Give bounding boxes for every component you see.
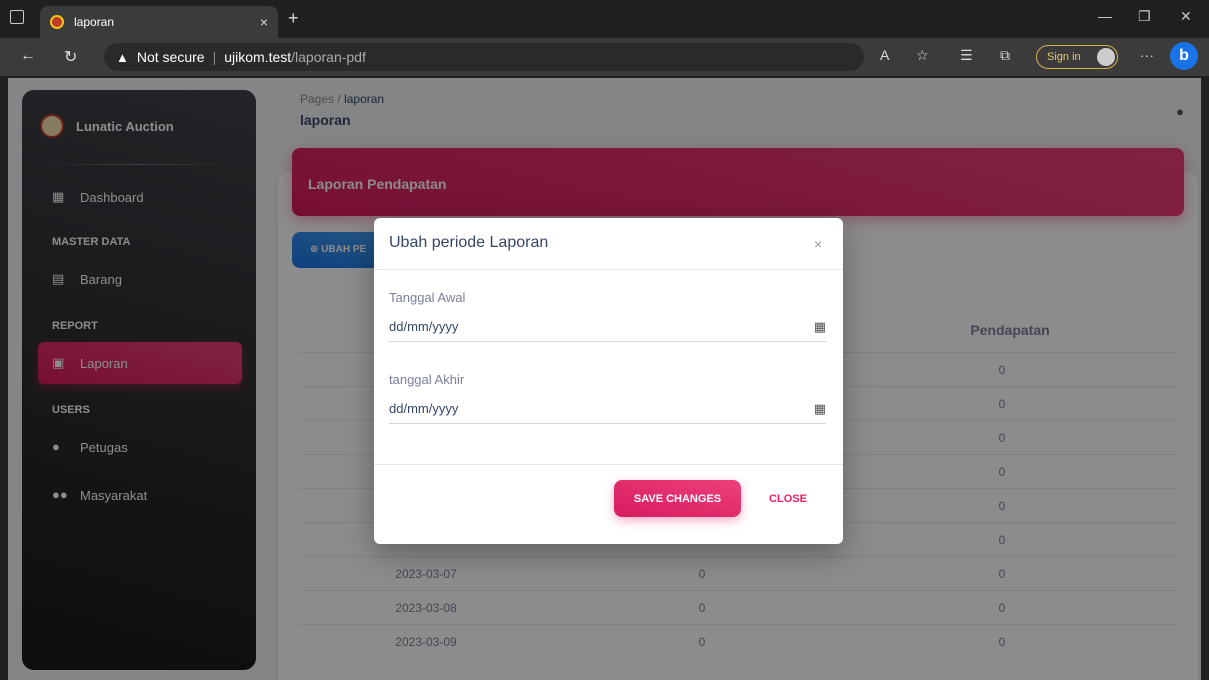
modal-title: Ubah periode Laporan (374, 218, 843, 270)
warning-icon: ▲ (116, 49, 129, 65)
sign-in-button[interactable]: Sign in (1036, 45, 1118, 69)
more-options-icon[interactable]: ··· (1140, 47, 1154, 63)
modal-close-icon[interactable]: × (814, 236, 822, 252)
browser-titlebar: laporan × + — ❐ ✕ (0, 0, 1209, 38)
ubah-periode-modal: Ubah periode Laporan × Tanggal Awal dd/m… (374, 218, 843, 544)
profile-avatar-icon (1097, 48, 1115, 66)
window-close-icon[interactable]: ✕ (1180, 8, 1192, 25)
refresh-icon[interactable]: ↻ (64, 47, 77, 67)
page-viewport: Lunatic Auction ▦ Dashboard MASTER DATA … (8, 78, 1201, 680)
minimize-icon[interactable]: — (1098, 8, 1112, 24)
read-aloud-icon[interactable]: A (880, 47, 889, 63)
url-divider: | (212, 49, 217, 65)
close-button[interactable]: CLOSE (754, 480, 822, 517)
favorites-icon[interactable]: ☰ (960, 47, 973, 64)
tab-close-icon[interactable]: × (260, 14, 268, 30)
modal-footer-divider (374, 464, 843, 465)
browser-tab[interactable]: laporan × (40, 6, 278, 38)
start-date-field[interactable]: dd/mm/yyyy ▦ (389, 312, 826, 342)
end-date-field[interactable]: dd/mm/yyyy ▦ (389, 394, 826, 424)
collections-icon[interactable]: ⧉ (1000, 47, 1010, 64)
tab-title: laporan (74, 15, 115, 29)
url-host: ujikom.test (224, 49, 292, 65)
calendar-icon[interactable]: ▦ (814, 319, 826, 335)
url-path: /laporan-pdf (291, 49, 366, 65)
bing-copilot-icon[interactable]: b (1170, 42, 1198, 70)
url-field[interactable]: ▲ Not secure | ujikom.test /laporan-pdf (104, 43, 864, 71)
favorite-add-icon[interactable]: ☆ (916, 47, 929, 64)
site-favicon-icon (50, 15, 64, 29)
new-tab-icon[interactable]: + (288, 8, 299, 29)
back-icon[interactable]: ← (20, 47, 36, 65)
tab-actions-icon[interactable] (10, 10, 24, 24)
start-date-label: Tanggal Awal (389, 290, 466, 305)
start-date-value: dd/mm/yyyy (389, 319, 459, 334)
save-changes-button[interactable]: SAVE CHANGES (614, 480, 741, 517)
calendar-icon[interactable]: ▦ (814, 401, 826, 417)
end-date-label: tanggal Akhir (389, 372, 465, 387)
restore-icon[interactable]: ❐ (1138, 8, 1151, 25)
sign-in-label: Sign in (1047, 51, 1081, 63)
end-date-value: dd/mm/yyyy (389, 401, 459, 416)
url-security-label: Not secure (136, 49, 205, 65)
